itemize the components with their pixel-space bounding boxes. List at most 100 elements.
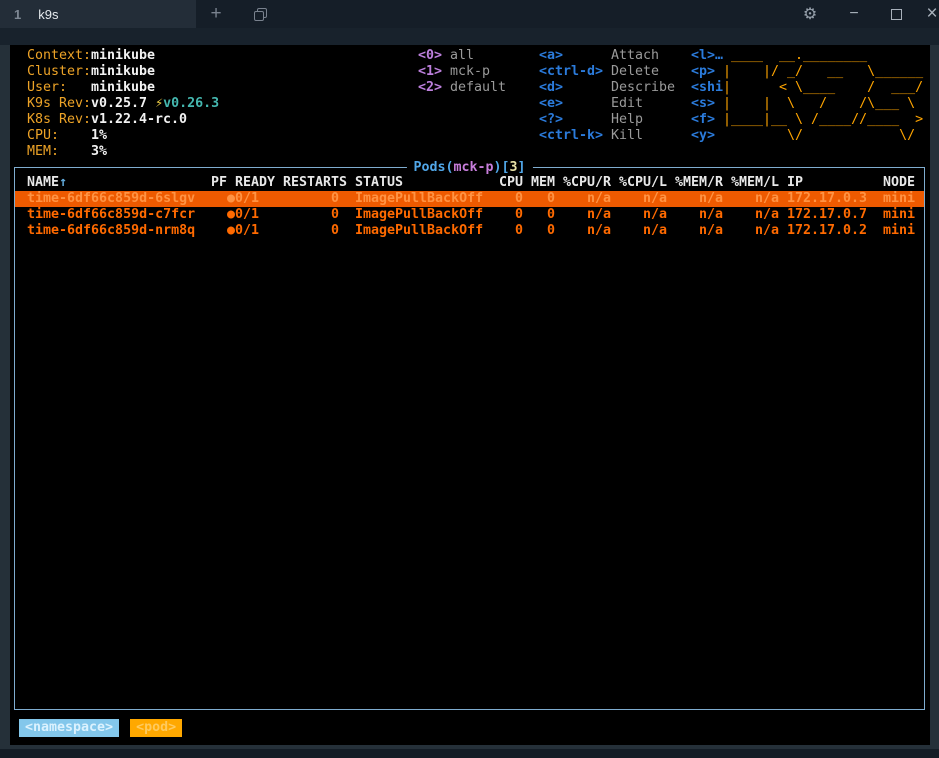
cpu-value: 1%	[91, 128, 108, 143]
hotkey-label: Edit	[611, 96, 644, 111]
context-value: minikube	[91, 48, 156, 63]
pod-name: time-6df66c859d-nrm8q	[27, 223, 196, 238]
pod-ready: 0/1	[235, 191, 260, 206]
pod-mem-l: n/a	[754, 223, 779, 238]
panel-title-suffix: ]	[517, 160, 526, 175]
panel-title: Pods(mck-p)[3]	[406, 160, 533, 176]
window-controls: ⚙ − ×	[787, 0, 939, 28]
pod-ip: 172.17.0.2	[787, 223, 868, 238]
col-cpu-r: %CPU/R	[562, 175, 611, 190]
pod-node: mini	[883, 191, 916, 206]
hotkey-label: all	[450, 48, 475, 63]
k9s-rev-label: K9s Rev:	[27, 96, 92, 111]
col-cpu: CPU	[498, 175, 523, 190]
table-row[interactable]: time-6df66c859d-nrm8q ● 0/1 0 ImagePullB…	[15, 223, 924, 239]
pod-status: ImagePullBackOff	[355, 191, 484, 206]
pod-ready: 0/1	[235, 207, 260, 222]
terminal-window: 1 k9s + ⚙ − × Context:minikube Cluster:m…	[0, 0, 939, 758]
table-row[interactable]: time-6df66c859d-6slgv ● 0/1 0 ImagePullB…	[15, 191, 924, 207]
hotkey-label: Delete	[611, 64, 660, 79]
hotkey: <y>	[691, 128, 716, 143]
breadcrumb-pod[interactable]: <pod>	[130, 719, 183, 737]
close-button[interactable]: ×	[917, 0, 939, 28]
pod-ip: 172.17.0.3	[787, 191, 868, 206]
pod-mem-r: n/a	[698, 223, 723, 238]
maximize-button[interactable]	[875, 0, 917, 28]
k8s-rev-value: v1.22.4-rc.0	[91, 112, 188, 127]
pod-name: time-6df66c859d-c7fcr	[27, 207, 196, 222]
pod-cpu-l: n/a	[642, 223, 667, 238]
pod-ready: 0/1	[235, 223, 260, 238]
tab-title: k9s	[38, 6, 59, 22]
breadcrumb-namespace[interactable]: <namespace>	[19, 719, 120, 737]
terminal-tab[interactable]: 1 k9s	[0, 0, 196, 28]
maximize-icon	[890, 8, 902, 20]
hotkey-label: default	[450, 80, 507, 95]
hotkey-label: Kill	[611, 128, 644, 143]
cluster-info: Context:minikube Cluster:minikube User: m…	[27, 48, 219, 160]
window-bottom-edge	[0, 749, 939, 758]
pod-mem-l: n/a	[754, 207, 779, 222]
col-pf: PF	[211, 175, 228, 190]
pods-panel: Pods(mck-p)[3] NAME↑ PF READY RESTARTS S…	[14, 160, 925, 710]
k8s-rev-label: K8s Rev:	[27, 112, 92, 127]
panel-title-namespace: mck-p	[453, 160, 494, 175]
pod-status: ImagePullBackOff	[355, 207, 484, 222]
minimize-button[interactable]: −	[833, 0, 875, 28]
col-mem-r: %MEM/R	[674, 175, 723, 190]
hotkey: <0>	[418, 48, 443, 63]
pod-status: ImagePullBackOff	[355, 223, 484, 238]
pod-mem-l: n/a	[754, 191, 779, 206]
hotkey: <shi	[691, 80, 724, 95]
minimize-icon: −	[849, 5, 859, 22]
cluster-value: minikube	[91, 64, 156, 79]
user-label: User:	[27, 80, 68, 95]
hotkey: <2>	[418, 80, 443, 95]
col-status: STATUS	[355, 175, 404, 190]
tab-index: 1	[14, 6, 22, 22]
hotkey: <d>	[539, 80, 564, 95]
pod-restarts: 0	[330, 207, 339, 222]
k9s-rev-new: v0.26.3	[163, 96, 220, 111]
copy-icon	[254, 8, 267, 21]
pod-cpu: 0	[514, 207, 523, 222]
pod-node: mini	[883, 207, 916, 222]
hotkey-label: Help	[611, 112, 644, 127]
pf-bullet-icon: ●	[227, 207, 236, 222]
pod-cpu-r: n/a	[586, 223, 611, 238]
col-ready: READY	[235, 175, 276, 190]
cluster-label: Cluster:	[27, 64, 92, 79]
duplicate-tab-button[interactable]	[246, 0, 274, 28]
pod-mem: 0	[546, 191, 555, 206]
action-hotkeys: <a> Attach <ctrl-d> Delete <d> Describe <e>…	[539, 48, 675, 144]
pod-mem: 0	[546, 207, 555, 222]
pod-mem: 0	[546, 223, 555, 238]
panel-title-count: 3	[509, 160, 518, 175]
col-restarts: RESTARTS	[283, 175, 348, 190]
hotkey: <s>	[691, 96, 716, 111]
hotkey: <ctrl-d>	[539, 64, 604, 79]
col-ip: IP	[787, 175, 804, 190]
user-value: minikube	[91, 80, 156, 95]
upgrade-bolt-icon: ⚡	[155, 96, 164, 111]
pod-cpu-r: n/a	[586, 191, 611, 206]
pf-bullet-icon: ●	[227, 191, 236, 206]
namespace-hotkeys: <0> all <1> mck-p <2> default	[418, 48, 506, 96]
hotkey-label: Attach	[611, 48, 660, 63]
pod-cpu: 0	[514, 191, 523, 206]
table-row[interactable]: time-6df66c859d-c7fcr ● 0/1 0 ImagePullB…	[15, 207, 924, 223]
hotkey: <e>	[539, 96, 564, 111]
panel-title-prefix: Pods(	[413, 160, 454, 175]
pod-mem-r: n/a	[698, 191, 723, 206]
hotkey: <1>	[418, 64, 443, 79]
new-tab-button[interactable]: +	[202, 0, 230, 28]
hotkey-label: mck-p	[450, 64, 491, 79]
hotkey: <l>…	[691, 48, 724, 63]
pod-mem-r: n/a	[698, 207, 723, 222]
table-header-row: NAME↑ PF READY RESTARTS STATUS CPU MEM %…	[15, 175, 924, 191]
cpu-label: CPU:	[27, 128, 60, 143]
hotkey: <a>	[539, 48, 564, 63]
settings-button[interactable]: ⚙	[787, 0, 833, 28]
mem-label: MEM:	[27, 144, 60, 159]
col-cpu-l: %CPU/L	[618, 175, 667, 190]
